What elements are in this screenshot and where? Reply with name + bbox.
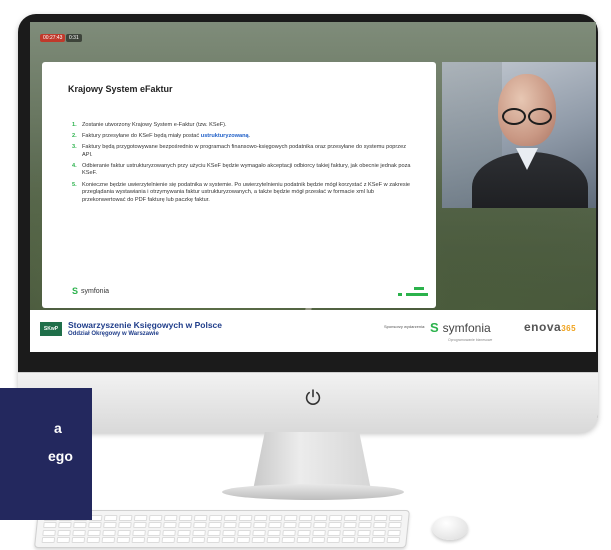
enova-wordmark: enova: [524, 320, 562, 334]
overlay-text-line: a: [54, 420, 62, 436]
list-text: Zostanie utworzony Krajowy System e-Fakt…: [82, 122, 227, 128]
presentation-slide: Krajowy System eFaktur 1. Zostanie utwor…: [42, 62, 436, 308]
speaker-video: [442, 62, 596, 208]
slide-logo-text: symfonia: [81, 287, 110, 295]
association-branch: Oddział Okręgowy w Warszawie: [68, 331, 159, 337]
symfonia-tagline: Oprogramowanie biznesowe: [448, 338, 493, 342]
slide-symfonia-logo: S symfonia: [72, 286, 109, 296]
symfonia-wordmark: symfonia: [442, 320, 491, 335]
list-item: 3. Faktury będą przygotowywane bezpośred…: [72, 144, 412, 159]
imac-stand-foot: [222, 484, 404, 500]
keyboard-keys: [41, 515, 403, 543]
list-number: 3.: [72, 144, 77, 151]
enova-365: 365: [561, 324, 577, 333]
slide-accent-bar: [406, 293, 428, 296]
list-text: Odbieranie faktur ustrukturyzowanych prz…: [82, 162, 411, 177]
list-number: 4.: [72, 162, 77, 169]
video-call-screen: 00:27:43 0:31 Krajowy System eFaktur 1. …: [30, 22, 596, 352]
list-item: 2. Faktury przesyłane do KSeF będą miały…: [72, 133, 412, 141]
caption-overlay-panel: a ego: [0, 388, 92, 520]
list-number: 1.: [72, 122, 77, 128]
recording-time: 0:31: [66, 34, 82, 42]
imac-stand-neck: [253, 432, 371, 490]
sponsor-banner: SKwP Stowarzyszenie Księgowych w Polsce …: [30, 310, 596, 352]
overlay-text-line: ego: [48, 448, 73, 464]
symfonia-logo: S symfonia: [430, 320, 491, 335]
stage: 00:27:43 0:31 Krajowy System eFaktur 1. …: [0, 0, 611, 550]
list-text-part: .: [248, 133, 251, 140]
list-number: 5.: [72, 181, 77, 188]
list-text-part: Faktury przesyłane do KSeF będą miały po…: [82, 133, 201, 140]
association-logo: SKwP: [40, 322, 62, 336]
highlight-term: ustrukturyzowaną: [200, 133, 249, 140]
slide-accent-bar: [398, 293, 402, 296]
sponsor-label: Sponsorzy wydarzenia:: [384, 324, 426, 329]
speaker-glasses: [502, 108, 554, 125]
list-item: 4. Odbieranie faktur ustrukturyzowanych …: [72, 163, 412, 178]
list-item: 1. Zostanie utworzony Krajowy System e-F…: [72, 122, 412, 130]
symfonia-s-icon: S: [72, 286, 79, 296]
slide-bullet-list: 1. Zostanie utworzony Krajowy System e-F…: [72, 122, 412, 208]
slide-title: Krajowy System eFaktur: [68, 84, 173, 94]
association-name: Stowarzyszenie Księgowych w Polsce: [68, 320, 223, 330]
list-text: Konieczne będzie uwierzytelnienie się po…: [82, 181, 411, 203]
list-text: Faktury przesyłane do KSeF będą miały po…: [82, 133, 250, 141]
enova-logo: enova365: [524, 320, 576, 334]
symfonia-s-icon: S: [430, 320, 439, 335]
list-number: 2.: [72, 133, 77, 140]
slide-accent-bar: [414, 287, 424, 290]
list-item: 5. Konieczne będzie uwierzytelnienie się…: [72, 182, 412, 205]
recording-badge: 00:27:43: [40, 34, 66, 42]
mouse: [432, 516, 468, 540]
list-text: Faktury będą przygotowywane bezpośrednio…: [82, 144, 406, 158]
power-icon: [305, 389, 321, 405]
